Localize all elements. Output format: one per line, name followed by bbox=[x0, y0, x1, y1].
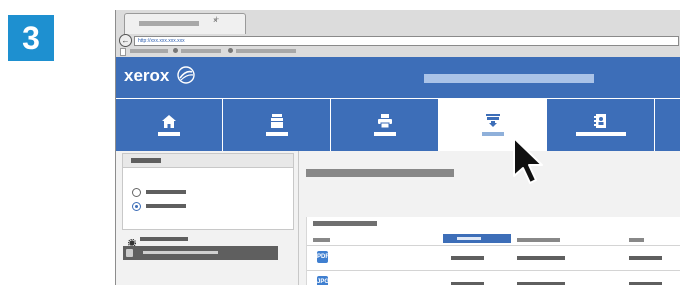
gear-icon bbox=[127, 234, 137, 248]
radio-option-2[interactable] bbox=[132, 202, 141, 211]
table-row[interactable]: JPG bbox=[307, 270, 680, 285]
sidebar-selected-item[interactable] bbox=[123, 246, 278, 260]
list-title bbox=[313, 221, 377, 226]
xerox-logo: xerox bbox=[124, 66, 195, 86]
sidebar-setting-label bbox=[140, 237, 188, 241]
nav-jobs[interactable] bbox=[223, 99, 331, 151]
bookmark-item[interactable] bbox=[130, 49, 168, 53]
radio-label-1 bbox=[146, 190, 186, 194]
file-list-card: PDF JPG bbox=[306, 217, 680, 285]
home-icon bbox=[162, 114, 176, 128]
bookmark-item[interactable] bbox=[236, 49, 296, 53]
panel-title bbox=[131, 158, 161, 163]
app-header bbox=[116, 57, 680, 98]
column-header-label bbox=[457, 237, 481, 240]
xerox-globe-icon bbox=[177, 66, 195, 84]
pdf-file-icon: PDF bbox=[317, 251, 329, 263]
jobs-icon bbox=[270, 114, 283, 128]
cell-value bbox=[517, 256, 565, 260]
panel-header bbox=[123, 154, 293, 168]
address-bar[interactable]: http://xxx.xxx.xxx.xxx bbox=[134, 36, 679, 46]
nav-label bbox=[265, 132, 288, 136]
column-header[interactable] bbox=[517, 238, 560, 242]
bookmark-item[interactable] bbox=[181, 49, 221, 53]
nav-more[interactable] bbox=[655, 99, 680, 151]
nav-home[interactable] bbox=[116, 99, 223, 151]
bookmark-icon bbox=[173, 48, 178, 53]
sidebar-item-label bbox=[143, 251, 218, 254]
browser-tab[interactable]: × bbox=[124, 13, 246, 34]
back-arrow-icon[interactable]: ← bbox=[119, 34, 132, 47]
column-header-active[interactable] bbox=[443, 234, 511, 243]
address-book-icon bbox=[594, 114, 606, 128]
nav-label bbox=[158, 131, 180, 136]
cell-value bbox=[451, 256, 484, 260]
jpg-file-icon: JPG bbox=[317, 276, 329, 285]
table-row[interactable]: PDF bbox=[307, 245, 680, 270]
column-header[interactable] bbox=[313, 238, 330, 242]
logo-text: xerox bbox=[124, 66, 170, 85]
sidebar-panel bbox=[122, 153, 294, 230]
nav-label bbox=[373, 132, 396, 136]
radio-option-1[interactable] bbox=[132, 188, 141, 197]
header-title-bar bbox=[424, 74, 594, 83]
mouse-cursor-icon bbox=[513, 137, 543, 184]
print-icon bbox=[377, 114, 392, 128]
radio-selected-dot bbox=[135, 205, 138, 208]
step-number-badge: 3 bbox=[8, 15, 54, 61]
bookmark-icon bbox=[228, 48, 233, 53]
column-header[interactable] bbox=[629, 238, 644, 242]
nav-label bbox=[481, 132, 504, 136]
page-title bbox=[306, 169, 454, 177]
new-tab-icon[interactable]: + bbox=[214, 14, 219, 24]
scan-icon bbox=[485, 114, 500, 127]
sidebar-item-icon bbox=[126, 249, 133, 257]
radio-label-2 bbox=[146, 204, 186, 208]
bookmark-icon bbox=[120, 48, 126, 56]
tab-title bbox=[139, 21, 199, 26]
cell-value bbox=[629, 256, 662, 260]
nav-address-book[interactable] bbox=[547, 99, 655, 151]
nav-print[interactable] bbox=[331, 99, 439, 151]
nav-label bbox=[575, 132, 626, 136]
browser-window: × + ← http://xxx.xxx.xxx.xxx xerox PDF J… bbox=[115, 10, 680, 285]
